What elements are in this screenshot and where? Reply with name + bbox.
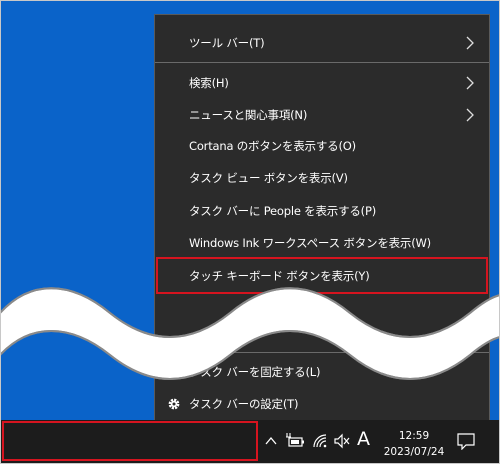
chevron-right-icon [466, 76, 474, 90]
battery-plug-icon[interactable] [285, 432, 305, 448]
menu-item-label: ニュースと関心事項(N) [189, 108, 308, 122]
menu-item-label: タスク バーの設定(T) [189, 397, 299, 411]
menu-item-label: Cortana のボタンを表示する(O) [189, 139, 356, 153]
menu-item-label: タスク ビュー ボタンを表示(V) [189, 171, 348, 185]
menu-separator [155, 62, 489, 63]
menu-item-label: Windows Ink ワークスペース ボタンを表示(W) [189, 236, 431, 250]
chevron-up-icon[interactable] [265, 436, 277, 446]
ime-mode-indicator[interactable]: A [357, 428, 370, 450]
menu-item-news-interests[interactable]: ニュースと関心事項(N) [155, 100, 489, 130]
chevron-right-icon [466, 108, 474, 122]
menu-item-search[interactable]: 検索(H) [155, 68, 489, 98]
menu-item-windows-ink[interactable]: Windows Ink ワークスペース ボタンを表示(W) [155, 228, 489, 258]
clock-time: 12:59 [398, 430, 430, 442]
menu-item-label: 検索(H) [189, 76, 229, 90]
action-center-icon[interactable] [457, 433, 475, 450]
menu-item-toolbars[interactable]: ツール バー(T) [155, 28, 489, 58]
taskbar-clock[interactable]: 12:59 2023/07/24 [383, 428, 445, 460]
menu-item-task-view-button[interactable]: タスク ビュー ボタンを表示(V) [155, 163, 489, 193]
speaker-muted-icon[interactable] [333, 433, 351, 449]
chevron-right-icon [466, 36, 474, 50]
clock-date: 2023/07/24 [383, 446, 445, 458]
taskbar-empty-area-highlight[interactable] [2, 421, 258, 461]
image-cut-wave [0, 287, 500, 380]
menu-item-label: ツール バー(T) [189, 36, 265, 50]
menu-item-cortana-button[interactable]: Cortana のボタンを表示する(O) [155, 131, 489, 161]
wifi-icon[interactable] [312, 433, 330, 449]
menu-item-label: タスク バーに People を表示する(P) [189, 204, 376, 218]
menu-item-taskbar-settings[interactable]: タスク バーの設定(T) [155, 389, 489, 419]
menu-item-people[interactable]: タスク バーに People を表示する(P) [155, 196, 489, 226]
gear-icon [168, 398, 180, 410]
